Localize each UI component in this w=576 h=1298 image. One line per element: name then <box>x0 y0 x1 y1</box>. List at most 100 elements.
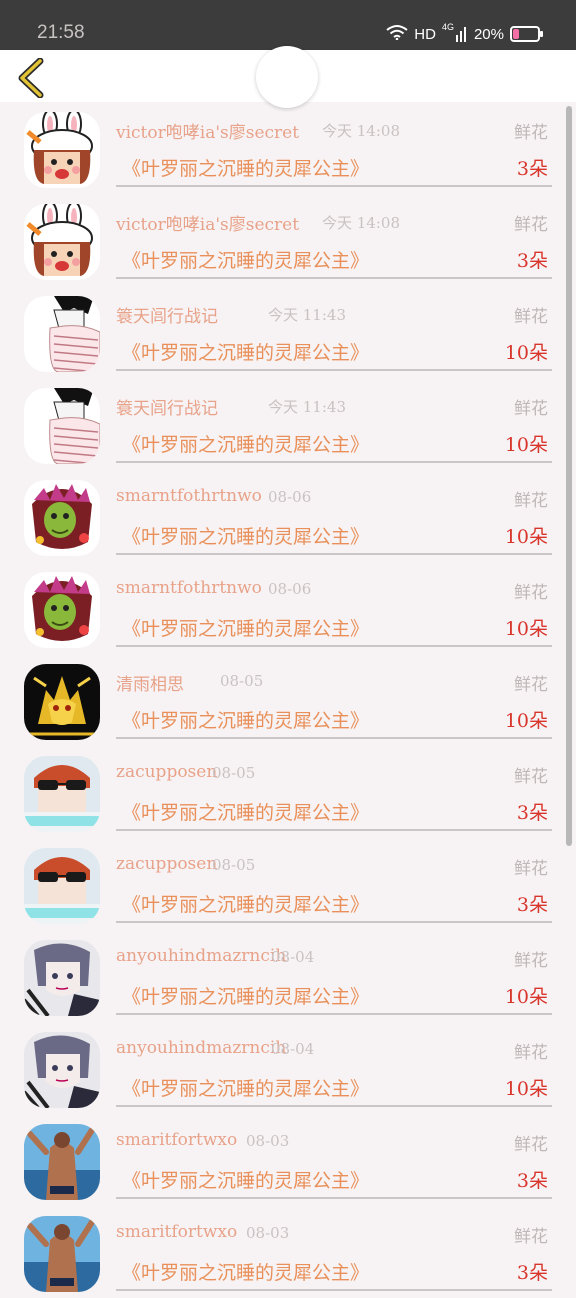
user-name[interactable]: smarntfothrtnwo <box>116 578 262 598</box>
gift-quantity: 10朵 <box>504 618 548 640</box>
chevron-left-icon <box>18 57 44 99</box>
gift-quantity: 10朵 <box>504 526 548 548</box>
book-title[interactable]: 《叶罗丽之沉睡的灵犀公主》 <box>122 246 369 273</box>
book-title[interactable]: 《叶罗丽之沉睡的灵犀公主》 <box>122 1258 369 1285</box>
book-title[interactable]: 《叶罗丽之沉睡的灵犀公主》 <box>122 338 369 365</box>
timestamp: 今天 11:43 <box>268 398 346 416</box>
timestamp: 08-05 <box>212 764 256 782</box>
gift-type: 鲜花 <box>514 951 548 971</box>
avatar[interactable] <box>24 388 100 464</box>
list-item[interactable]: smaritfortwxo 08-03 鲜花 《叶罗丽之沉睡的灵犀公主》 3朵 <box>0 1206 576 1298</box>
gift-quantity: 10朵 <box>504 1078 548 1100</box>
avatar[interactable] <box>24 204 100 280</box>
timestamp: 08-05 <box>220 672 264 690</box>
avatar[interactable] <box>24 1124 100 1200</box>
gift-quantity: 10朵 <box>504 710 548 732</box>
user-name[interactable]: 簑天闾行战记 <box>116 394 218 419</box>
book-title[interactable]: 《叶罗丽之沉睡的灵犀公主》 <box>122 522 369 549</box>
hd-label: HD <box>414 25 436 43</box>
book-title[interactable]: 《叶罗丽之沉睡的灵犀公主》 <box>122 430 369 457</box>
user-name[interactable]: anyouhindmazrncih <box>116 1038 286 1058</box>
gift-type: 鲜花 <box>514 399 548 419</box>
user-name[interactable]: zacupposen <box>116 854 217 874</box>
user-name[interactable]: victor咆哮ia's廖secret <box>116 210 299 235</box>
status-icons: HD 4G 20% <box>386 22 543 44</box>
list-item[interactable]: victor咆哮ia's廖secret 今天 14:08 鲜花 《叶罗丽之沉睡的灵犀公… <box>0 194 576 286</box>
avatar[interactable] <box>24 112 100 188</box>
divider <box>116 829 552 831</box>
gift-quantity: 3朵 <box>516 802 548 824</box>
timestamp: 08-06 <box>268 488 312 506</box>
list-item[interactable]: 簑天闾行战记 今天 11:43 鲜花《叶罗丽之沉睡的灵犀公主》 10朵 <box>0 378 576 470</box>
gift-record-list: victor咆哮ia's廖secret 今天 14:08 鲜花 《叶罗丽之沉睡的灵犀公… <box>0 102 576 1292</box>
divider <box>116 921 552 923</box>
gift-type: 鲜花 <box>514 675 548 695</box>
book-title[interactable]: 《叶罗丽之沉睡的灵犀公主》 <box>122 982 369 1009</box>
battery-text: 20% <box>473 25 504 43</box>
book-title[interactable]: 《叶罗丽之沉睡的灵犀公主》 <box>122 798 369 825</box>
timestamp: 08-06 <box>268 580 312 598</box>
avatar[interactable] <box>24 940 100 1016</box>
book-title[interactable]: 《叶罗丽之沉睡的灵犀公主》 <box>122 706 369 733</box>
user-name[interactable]: smaritfortwxo <box>116 1222 237 1242</box>
timestamp: 08-04 <box>271 1040 315 1058</box>
gift-quantity: 3朵 <box>516 250 548 272</box>
avatar[interactable] <box>24 664 100 740</box>
timestamp: 08-04 <box>271 948 315 966</box>
user-name[interactable]: zacupposen <box>116 762 217 782</box>
avatar[interactable] <box>24 1032 100 1108</box>
avatar[interactable] <box>24 848 100 924</box>
avatar[interactable] <box>24 572 100 648</box>
divider <box>116 1197 552 1199</box>
gift-quantity: 3朵 <box>516 1262 548 1284</box>
user-name[interactable]: 清雨相思 <box>116 670 184 695</box>
list-item[interactable]: 簑天闾行战记 今天 11:43 鲜花 《叶罗丽之沉睡的灵犀公主》 10朵 <box>0 286 576 378</box>
divider <box>116 461 552 463</box>
list-item[interactable]: smarntfothrtnwo 08-06 鲜花 《叶罗丽之沉睡的灵犀公主》 10朵 <box>0 470 576 562</box>
gift-type: 鲜花 <box>514 215 548 235</box>
status-time: 21:58 <box>37 22 85 43</box>
user-name[interactable]: anyouhindmazrncih <box>116 946 286 966</box>
timestamp: 今天 11:43 <box>268 306 346 324</box>
divider <box>116 1013 552 1015</box>
scrollbar[interactable] <box>566 106 572 846</box>
list-item[interactable]: victor咆哮ia's廖secret 今天 14:08 鲜花《叶罗丽之沉睡的灵犀公… <box>0 102 576 194</box>
avatar[interactable] <box>24 296 100 372</box>
divider <box>116 1105 552 1107</box>
list-item[interactable]: 清雨相思 08-05 鲜花《叶罗丽之沉睡的灵犀公主》 10朵 <box>0 654 576 746</box>
list-item[interactable]: anyouhindmazrncih 08-04 鲜花 《叶罗丽之沉睡的灵犀公主》 10朵 <box>0 1022 576 1114</box>
avatar[interactable] <box>24 480 100 556</box>
back-button[interactable] <box>16 57 46 99</box>
timestamp: 08-03 <box>246 1224 290 1242</box>
book-title[interactable]: 《叶罗丽之沉睡的灵犀公主》 <box>122 1074 369 1101</box>
status-bar: 21:58 HD 4G 20% <box>0 0 576 50</box>
list-item[interactable]: smarntfothrtnwo 08-06 鲜花《叶罗丽之沉睡的灵犀公主》 10朵 <box>0 562 576 654</box>
gift-type: 鲜花 <box>514 859 548 879</box>
list-item[interactable]: smaritfortwxo 08-03 鲜花 《叶罗丽之沉睡的灵犀公主》 3朵 <box>0 1114 576 1206</box>
gift-quantity: 3朵 <box>516 158 548 180</box>
floating-circle-button[interactable] <box>256 46 318 108</box>
user-name[interactable]: 簑天闾行战记 <box>116 302 218 327</box>
gift-type: 鲜花 <box>514 1135 548 1155</box>
list-item[interactable]: zacupposen 08-05 鲜花 《叶罗丽之沉睡的灵犀公主》 3朵 <box>0 838 576 930</box>
book-title[interactable]: 《叶罗丽之沉睡的灵犀公主》 <box>122 890 369 917</box>
gift-type: 鲜花 <box>514 767 548 787</box>
user-name[interactable]: victor咆哮ia's廖secret <box>116 118 299 143</box>
signal-icon: 4G <box>442 22 468 43</box>
list-item[interactable]: anyouhindmazrncih 08-04 鲜花 《叶罗丽之沉睡的灵犀公主》 10朵 <box>0 930 576 1022</box>
gift-quantity: 3朵 <box>516 1170 548 1192</box>
timestamp: 今天 14:08 <box>322 122 400 140</box>
avatar[interactable] <box>24 756 100 832</box>
gift-type: 鲜花 <box>514 307 548 327</box>
user-name[interactable]: smarntfothrtnwo <box>116 486 262 506</box>
user-name[interactable]: smaritfortwxo <box>116 1130 237 1150</box>
wifi-icon <box>386 24 408 44</box>
avatar[interactable] <box>24 1216 100 1292</box>
gift-type: 鲜花 <box>514 123 548 143</box>
book-title[interactable]: 《叶罗丽之沉睡的灵犀公主》 <box>122 1166 369 1193</box>
book-title[interactable]: 《叶罗丽之沉睡的灵犀公主》 <box>122 154 369 181</box>
gift-type: 鲜花 <box>514 583 548 603</box>
book-title[interactable]: 《叶罗丽之沉睡的灵犀公主》 <box>122 614 369 641</box>
list-item[interactable]: zacupposen 08-05 鲜花《叶罗丽之沉睡的灵犀公主》 3朵 <box>0 746 576 838</box>
gift-quantity: 10朵 <box>504 434 548 456</box>
